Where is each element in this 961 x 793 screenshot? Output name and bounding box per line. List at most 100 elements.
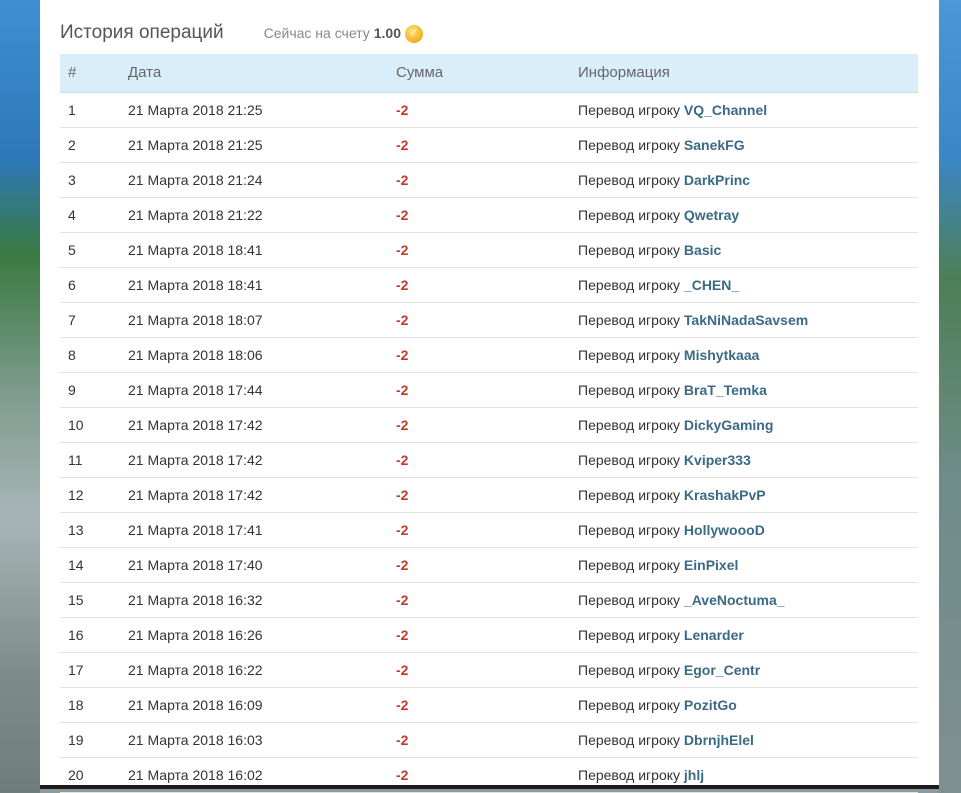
row-number: 6 (60, 267, 120, 303)
table-row: 12 21 Марта 2018 17:42 -2 Перевод игроку Kr… (60, 477, 918, 513)
row-amount: -2 (388, 337, 570, 373)
table-header-row: # Дата Сумма Информация (60, 54, 918, 93)
info-prefix: Перевод игроку (578, 171, 681, 188)
row-amount: -2 (388, 127, 570, 163)
player-link[interactable]: Mishytkaaa (684, 347, 759, 363)
row-info: Перевод игроку DickyGaming (570, 407, 918, 443)
info-prefix: Перевод игроку (578, 766, 681, 783)
player-link[interactable]: _AveNoctuma_ (684, 592, 785, 608)
row-date: 21 Марта 2018 21:25 (120, 92, 388, 128)
player-link[interactable]: Egor_Centr (684, 662, 760, 678)
table-row: 16 21 Марта 2018 16:26 -2 Перевод игроку Le… (60, 617, 918, 653)
table-row: 18 21 Марта 2018 16:09 -2 Перевод игроку Po… (60, 687, 918, 723)
bottom-border (40, 785, 939, 789)
table-row: 4 21 Марта 2018 21:22 -2 Перевод игроку Qwe… (60, 197, 918, 233)
row-date: 21 Марта 2018 17:40 (120, 547, 388, 583)
row-info: Перевод игроку _CHEN_ (570, 267, 918, 303)
player-link[interactable]: VQ_Channel (684, 102, 767, 118)
row-amount: -2 (388, 407, 570, 443)
balance-value: 1.00 (373, 25, 401, 41)
panel-header: История операций Сейчас на счету 1.00 (60, 22, 423, 46)
info-prefix: Перевод игроку (578, 521, 681, 538)
row-info: Перевод игроку DarkPrinc (570, 162, 918, 198)
row-amount: -2 (388, 547, 570, 583)
row-amount: -2 (388, 302, 570, 338)
player-link[interactable]: PozitGo (684, 697, 737, 713)
player-link[interactable]: Lenarder (684, 627, 744, 643)
player-link[interactable]: DarkPrinc (684, 172, 750, 188)
info-prefix: Перевод игроку (578, 626, 681, 643)
row-date: 21 Марта 2018 21:22 (120, 197, 388, 233)
table-row: 6 21 Марта 2018 18:41 -2 Перевод игроку _CH… (60, 267, 918, 303)
table-row: 5 21 Марта 2018 18:41 -2 Перевод игроку Bas… (60, 232, 918, 268)
row-date: 21 Марта 2018 17:42 (120, 407, 388, 443)
row-info: Перевод игроку HollywoooD (570, 512, 918, 548)
player-link[interactable]: _CHEN_ (684, 277, 739, 293)
player-link[interactable]: DickyGaming (684, 417, 773, 433)
row-number: 8 (60, 337, 120, 373)
info-prefix: Перевод игроку (578, 451, 681, 468)
balance-info: Сейчас на счету 1.00 (263, 24, 423, 43)
row-info: Перевод игроку VQ_Channel (570, 92, 918, 128)
background-left (0, 0, 40, 793)
row-amount: -2 (388, 197, 570, 233)
row-number: 5 (60, 232, 120, 268)
column-header-date: Дата (120, 54, 388, 93)
row-info: Перевод игроку Lenarder (570, 617, 918, 653)
balance-label: Сейчас на счету (263, 25, 370, 41)
row-info: Перевод игроку KrashakPvP (570, 477, 918, 513)
row-number: 1 (60, 92, 120, 128)
row-date: 21 Марта 2018 18:06 (120, 337, 388, 373)
row-amount: -2 (388, 687, 570, 723)
row-number: 18 (60, 687, 120, 723)
row-date: 21 Марта 2018 21:24 (120, 162, 388, 198)
info-prefix: Перевод игроку (578, 661, 681, 678)
player-link[interactable]: BraT_Temka (684, 382, 767, 398)
row-date: 21 Марта 2018 16:22 (120, 652, 388, 688)
row-date: 21 Марта 2018 17:42 (120, 442, 388, 478)
info-prefix: Перевод игроку (578, 136, 681, 153)
player-link[interactable]: SanekFG (684, 137, 745, 153)
info-prefix: Перевод игроку (578, 241, 681, 258)
row-date: 21 Марта 2018 16:26 (120, 617, 388, 653)
row-info: Перевод игроку Mishytkaaa (570, 337, 918, 373)
table-row: 19 21 Марта 2018 16:03 -2 Перевод игроку Db… (60, 722, 918, 758)
table-row: 7 21 Марта 2018 18:07 -2 Перевод игроку Tak… (60, 302, 918, 338)
player-link[interactable]: Basic (684, 242, 721, 258)
table-row: 13 21 Марта 2018 17:41 -2 Перевод игроку Ho… (60, 512, 918, 548)
player-link[interactable]: jhlj (684, 767, 704, 783)
row-number: 3 (60, 162, 120, 198)
info-prefix: Перевод игроку (578, 381, 681, 398)
row-amount: -2 (388, 512, 570, 548)
player-link[interactable]: KrashakPvP (684, 487, 766, 503)
table-row: 8 21 Марта 2018 18:06 -2 Перевод игроку Mis… (60, 337, 918, 373)
row-amount: -2 (388, 232, 570, 268)
row-amount: -2 (388, 652, 570, 688)
table-row: 9 21 Марта 2018 17:44 -2 Перевод игроку Bra… (60, 372, 918, 408)
player-link[interactable]: DbrnjhElel (684, 732, 754, 748)
table-row: 11 21 Марта 2018 17:42 -2 Перевод игроку Kv… (60, 442, 918, 478)
row-info: Перевод игроку PozitGo (570, 687, 918, 723)
row-date: 21 Марта 2018 17:44 (120, 372, 388, 408)
row-amount: -2 (388, 442, 570, 478)
row-date: 21 Марта 2018 21:25 (120, 127, 388, 163)
info-prefix: Перевод игроку (578, 276, 681, 293)
player-link[interactable]: Kviper333 (684, 452, 751, 468)
player-link[interactable]: Qwetray (684, 207, 739, 223)
table-row: 10 21 Марта 2018 17:42 -2 Перевод игроку Di… (60, 407, 918, 443)
player-link[interactable]: HollywoooD (684, 522, 765, 538)
column-header-number: # (60, 54, 120, 93)
page-title: История операций (60, 22, 224, 43)
row-amount: -2 (388, 267, 570, 303)
operations-panel: История операций Сейчас на счету 1.00 # … (40, 0, 939, 793)
row-date: 21 Марта 2018 16:32 (120, 582, 388, 618)
row-info: Перевод игроку Basic (570, 232, 918, 268)
row-number: 19 (60, 722, 120, 758)
row-date: 21 Марта 2018 17:41 (120, 512, 388, 548)
player-link[interactable]: EinPixel (684, 557, 738, 573)
info-prefix: Перевод игроку (578, 486, 681, 503)
row-number: 16 (60, 617, 120, 653)
column-header-info: Информация (570, 54, 918, 93)
player-link[interactable]: TakNiNadaSavsem (684, 312, 808, 328)
row-amount: -2 (388, 722, 570, 758)
